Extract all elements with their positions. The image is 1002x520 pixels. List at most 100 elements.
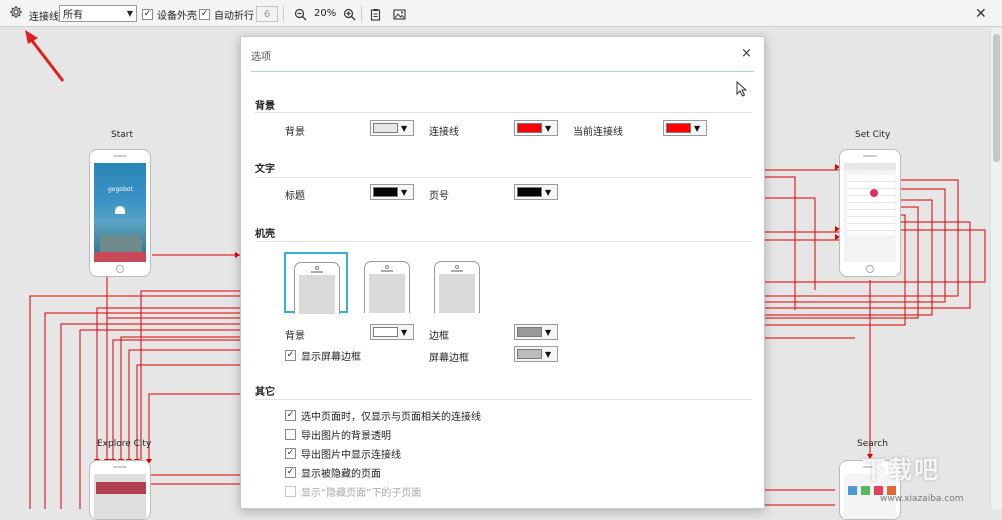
chevron-down-icon: ▼ [694, 123, 701, 133]
shell-option-3[interactable] [425, 252, 489, 313]
section-title-other: 其它 [255, 387, 275, 398]
section-title-text: 文字 [255, 164, 275, 175]
shell-screen [369, 274, 405, 313]
other-option-5: 显示“隐藏页面”下的子页面 [285, 484, 421, 499]
color-swatch [666, 123, 691, 133]
phone-screen-explore-city [94, 474, 146, 519]
tile-icon [861, 486, 870, 495]
app-logo: gogobot [108, 186, 133, 193]
current-connection-color-label: 当前连接线 [573, 127, 623, 138]
other-option-checkbox[interactable]: ✓ [285, 410, 296, 421]
chevron-down-icon: ▼ [401, 187, 408, 197]
background-color-picker[interactable]: ▼ [370, 120, 414, 136]
color-swatch [517, 123, 542, 133]
color-swatch [373, 327, 398, 337]
screen-border-color-label: 屏幕边框 [429, 353, 469, 364]
color-swatch [373, 123, 398, 133]
watermark-logo: 下载吧 [862, 456, 940, 484]
page-label-start: Start [111, 130, 133, 140]
current-connection-color-picker[interactable]: ▼ [663, 120, 707, 136]
shell-body [434, 261, 480, 313]
tile-icon [848, 486, 857, 495]
section-title-background: 背景 [255, 101, 275, 112]
dialog-title: 选项 [251, 52, 271, 63]
page-number-color-picker[interactable]: ▼ [514, 184, 558, 200]
watermark-url: www.xiazaiba.com [880, 494, 964, 504]
other-option-2[interactable]: 导出图片的背景透明 [285, 427, 391, 442]
shell-background-color-picker[interactable]: ▼ [370, 324, 414, 340]
shell-body [364, 261, 410, 313]
show-screen-border-checkbox[interactable]: ✓ [285, 350, 296, 361]
shell-border-color-picker[interactable]: ▼ [514, 324, 558, 340]
shell-screen [439, 274, 475, 313]
section-rule [255, 177, 752, 178]
other-option-1[interactable]: ✓ 选中页面时，仅显示与页面相关的连接线 [285, 408, 481, 423]
chevron-down-icon: ▼ [545, 187, 552, 197]
background-color-label: 背景 [285, 127, 305, 138]
phone-speaker [113, 466, 127, 468]
other-option-3[interactable]: ✓ 导出图片中显示连接线 [285, 446, 401, 461]
shell-speaker [451, 270, 463, 272]
shell-background-color-label: 背景 [285, 331, 305, 342]
show-screen-border-option[interactable]: ✓ 显示屏幕边框 [285, 348, 361, 363]
footer-bar [94, 252, 146, 262]
shell-speaker [311, 271, 323, 273]
color-swatch [517, 327, 542, 337]
color-swatch [517, 349, 542, 359]
shell-camera [385, 265, 389, 269]
heading-color-picker[interactable]: ▼ [370, 184, 414, 200]
phone-screen-start: gogobot [94, 163, 146, 262]
other-option-checkbox[interactable]: ✓ [285, 448, 296, 459]
other-option-label: 显示“隐藏页面”下的子页面 [301, 488, 422, 499]
shell-border-color-label: 边框 [429, 331, 449, 342]
vertical-scrollbar[interactable] [990, 28, 1002, 509]
shell-camera [455, 265, 459, 269]
chevron-down-icon: ▼ [545, 349, 552, 359]
chevron-down-icon: ▼ [545, 327, 552, 337]
marker-icon [870, 189, 878, 197]
phone-set-city[interactable] [839, 149, 901, 277]
phone-start[interactable]: gogobot [89, 149, 151, 277]
other-option-label: 显示被隐藏的页面 [301, 469, 381, 480]
color-swatch [373, 187, 398, 197]
city-list [847, 175, 895, 235]
section-title-shell: 机壳 [255, 229, 275, 240]
phone-explore-city[interactable] [89, 460, 151, 520]
screen-header [844, 163, 896, 170]
shell-option-2[interactable] [355, 252, 419, 313]
connection-color-picker[interactable]: ▼ [514, 120, 558, 136]
chevron-down-icon: ▼ [401, 123, 408, 133]
mouse-cursor-icon [736, 81, 748, 97]
scrollbar-thumb[interactable] [993, 34, 1000, 162]
shell-camera [315, 266, 319, 270]
chevron-down-icon: ▼ [545, 123, 552, 133]
heart-icon [115, 206, 125, 214]
color-swatch [517, 187, 542, 197]
section-rule [255, 399, 752, 400]
home-button [866, 265, 874, 273]
other-option-label: 选中页面时，仅显示与页面相关的连接线 [301, 412, 481, 423]
phone-screen-set-city [844, 163, 896, 262]
shell-body [294, 262, 340, 314]
other-option-4[interactable]: ✓ 显示被隐藏的页面 [285, 465, 381, 480]
screen-border-color-picker[interactable]: ▼ [514, 346, 558, 362]
shell-speaker [381, 270, 393, 272]
other-option-checkbox[interactable] [285, 429, 296, 440]
dialog-close-button[interactable]: × [741, 46, 752, 61]
section-rule [255, 241, 752, 242]
shell-option-1[interactable] [284, 252, 348, 314]
section-rule [255, 112, 752, 113]
other-option-label: 导出图片的背景透明 [301, 431, 391, 442]
shell-screen [299, 275, 335, 314]
heading-color-label: 标题 [285, 191, 305, 202]
other-option-checkbox[interactable]: ✓ [285, 467, 296, 478]
annotation-arrow [25, 30, 65, 82]
title-divider [251, 71, 754, 72]
phone-speaker [863, 155, 877, 157]
phone-speaker [113, 155, 127, 157]
page-label-search: Search [857, 439, 888, 449]
show-screen-border-label: 显示屏幕边框 [301, 352, 361, 363]
page-number-color-label: 页号 [429, 191, 449, 202]
connection-color-label: 连接线 [429, 127, 459, 138]
home-button [116, 265, 124, 273]
